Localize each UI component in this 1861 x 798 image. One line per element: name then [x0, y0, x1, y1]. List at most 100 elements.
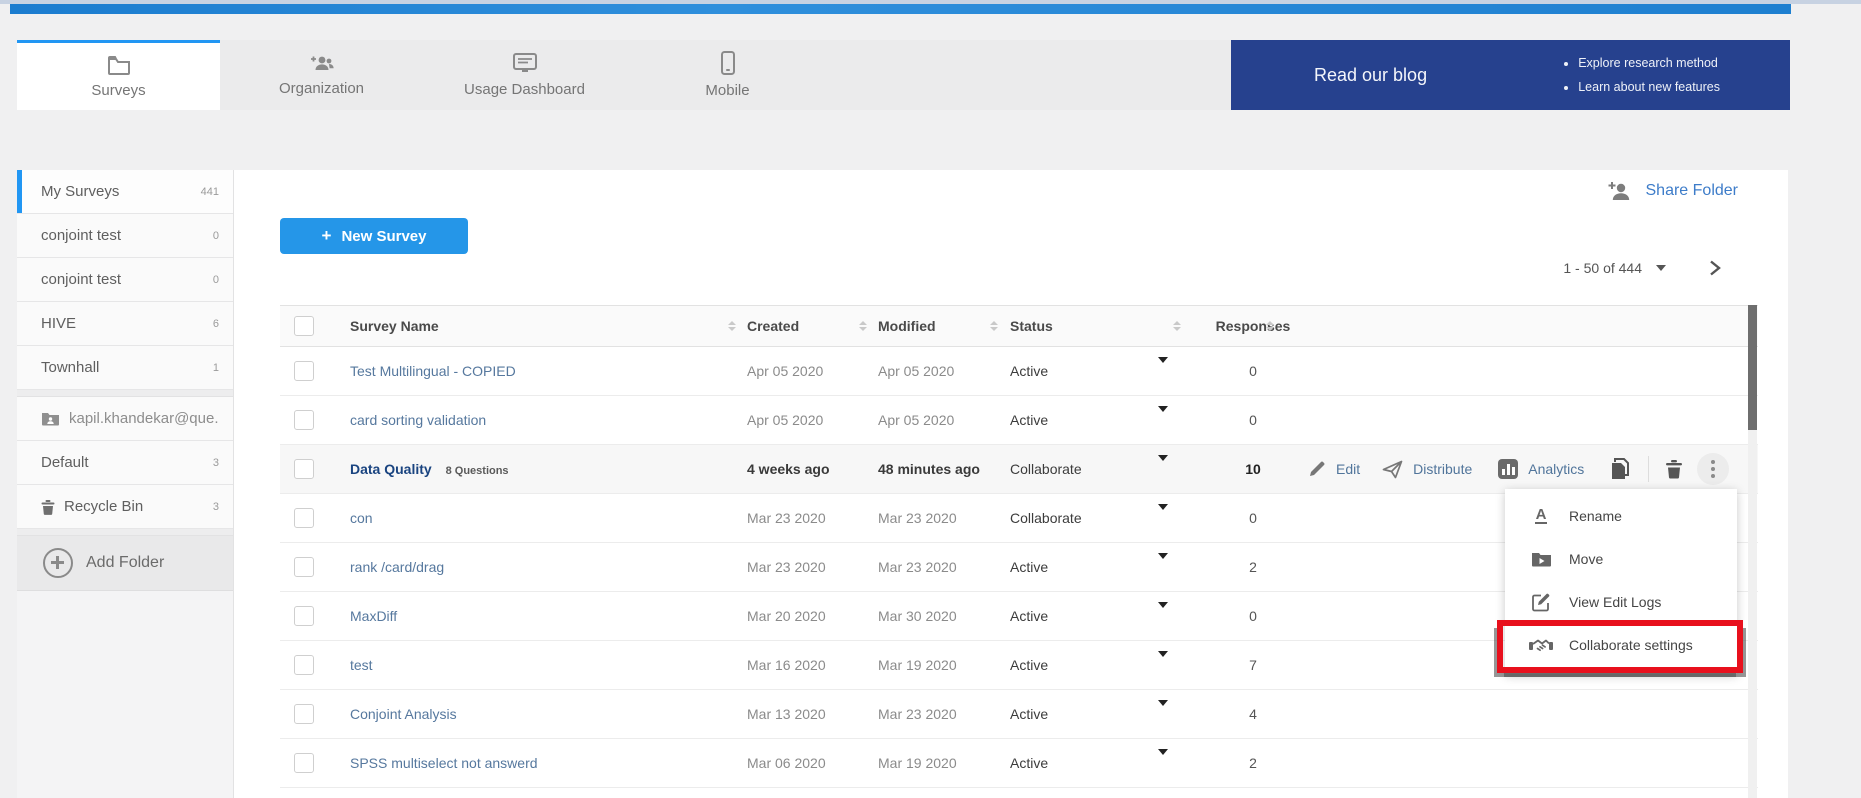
tab-surveys[interactable]: Surveys: [17, 40, 220, 110]
new-survey-button[interactable]: + New Survey: [280, 218, 468, 254]
add-folder-button[interactable]: Add Folder: [17, 536, 233, 591]
survey-name-link[interactable]: Test Multilingual - COPIED: [350, 363, 516, 379]
tab-mobile[interactable]: Mobile: [626, 40, 829, 110]
table-row: SPSS multiselect not answerd Mar 06 2020…: [280, 739, 1758, 788]
edit-action[interactable]: Edit: [1336, 461, 1360, 477]
tab-label: Mobile: [705, 82, 749, 99]
column-header-created[interactable]: Created: [747, 318, 799, 334]
delete-trash-icon[interactable]: [1665, 459, 1683, 479]
plus-icon: +: [322, 226, 332, 246]
handshake-icon: [1529, 637, 1553, 653]
row-checkbox[interactable]: [294, 410, 314, 430]
sidebar-divider: [17, 529, 233, 536]
survey-name-link[interactable]: Data Quality: [350, 461, 432, 477]
modified-date: 48 minutes ago: [878, 461, 980, 477]
folder-count: 1: [213, 362, 219, 374]
column-header-survey-name[interactable]: Survey Name: [350, 318, 439, 334]
created-date: Mar 23 2020: [747, 510, 826, 526]
survey-name-link[interactable]: Conjoint Analysis: [350, 706, 457, 722]
sidebar-item-recycle-bin[interactable]: Recycle Bin 3: [17, 485, 233, 529]
select-all-checkbox[interactable]: [294, 316, 314, 336]
row-checkbox[interactable]: [294, 606, 314, 626]
next-page-button[interactable]: [1708, 260, 1722, 276]
column-header-modified[interactable]: Modified: [878, 318, 936, 334]
tab-label: Usage Dashboard: [464, 81, 585, 98]
distribute-action[interactable]: Distribute: [1413, 461, 1472, 477]
survey-name-link[interactable]: card sorting validation: [350, 412, 486, 428]
analytics-bar-chart-icon[interactable]: [1498, 459, 1518, 479]
sidebar-item-default[interactable]: Default 3: [17, 441, 233, 485]
sort-icon[interactable]: [1266, 321, 1274, 331]
modified-date: Mar 23 2020: [878, 706, 957, 722]
menu-item-rename[interactable]: A Rename: [1505, 494, 1737, 537]
status-dropdown-caret[interactable]: [1158, 455, 1168, 477]
status-label: Collaborate: [1010, 461, 1082, 477]
survey-name-link[interactable]: rank /card/drag: [350, 559, 444, 575]
modified-date: Mar 23 2020: [878, 510, 957, 526]
row-checkbox[interactable]: [294, 655, 314, 675]
pagination: 1 - 50 of 444: [1563, 260, 1722, 276]
pagination-range: 1 - 50 of 444: [1563, 260, 1642, 276]
menu-item-move[interactable]: Move: [1505, 537, 1737, 580]
survey-name-link[interactable]: MaxDiff: [350, 608, 397, 624]
status-dropdown-caret[interactable]: [1158, 700, 1168, 722]
column-header-responses[interactable]: Responses: [1215, 318, 1291, 334]
survey-name-link[interactable]: SPSS multiselect not answerd: [350, 755, 538, 771]
people-add-icon: [309, 53, 335, 73]
status-label: Active: [1010, 559, 1048, 575]
survey-name-link[interactable]: con: [350, 510, 373, 526]
table-header-row: Survey Name Created Modified Status Resp…: [280, 305, 1758, 347]
folder-count: 0: [213, 230, 219, 242]
more-options-button[interactable]: [1697, 453, 1729, 485]
sidebar-item-conjoint-test-1[interactable]: conjoint test 0: [17, 214, 233, 258]
status-dropdown-caret[interactable]: [1158, 651, 1168, 673]
sidebar-item-shared-account[interactable]: kapil.khandekar@que...: [17, 397, 233, 441]
table-scrollbar-track[interactable]: [1748, 305, 1757, 798]
edit-pencil-icon[interactable]: [1308, 460, 1326, 478]
copy-icon[interactable]: [1610, 457, 1632, 481]
main-nav-tabbar: Surveys Organization Usage Dashboard Mob…: [17, 40, 1231, 110]
question-count-badge: 8 Questions: [446, 465, 509, 477]
sort-icon[interactable]: [990, 321, 998, 331]
top-accent-bar: [10, 4, 1791, 14]
survey-name-link[interactable]: test: [350, 657, 373, 673]
row-checkbox[interactable]: [294, 459, 314, 479]
table-scrollbar-thumb[interactable]: [1748, 305, 1757, 430]
row-checkbox[interactable]: [294, 361, 314, 381]
status-dropdown-caret[interactable]: [1158, 357, 1168, 379]
tab-organization[interactable]: Organization: [220, 40, 423, 110]
sidebar-item-conjoint-test-2[interactable]: conjoint test 0: [17, 258, 233, 302]
status-dropdown-caret[interactable]: [1158, 504, 1168, 526]
read-our-blog-link[interactable]: Read our blog: [1314, 65, 1427, 86]
sort-icon[interactable]: [728, 321, 736, 331]
sidebar-item-hive[interactable]: HIVE 6: [17, 302, 233, 346]
menu-item-view-edit-logs[interactable]: View Edit Logs: [1505, 580, 1737, 623]
sort-icon[interactable]: [859, 321, 867, 331]
created-date: Mar 06 2020: [747, 755, 826, 771]
menu-item-collaborate-settings[interactable]: Collaborate settings: [1505, 623, 1737, 666]
pagination-dropdown-caret[interactable]: [1656, 265, 1666, 271]
actions-divider: [1648, 456, 1649, 482]
sidebar-item-my-surveys[interactable]: My Surveys 441: [17, 170, 233, 214]
sort-icon[interactable]: [1173, 321, 1181, 331]
status-dropdown-caret[interactable]: [1158, 749, 1168, 771]
status-dropdown-caret[interactable]: [1158, 406, 1168, 428]
status-dropdown-caret[interactable]: [1158, 553, 1168, 575]
modified-date: Mar 30 2020: [878, 608, 957, 624]
plus-circle-icon: [43, 548, 73, 578]
responses-count: 0: [1215, 608, 1291, 624]
tab-usage-dashboard[interactable]: Usage Dashboard: [423, 40, 626, 110]
sidebar-item-townhall[interactable]: Townhall 1: [17, 346, 233, 390]
row-checkbox[interactable]: [294, 753, 314, 773]
status-dropdown-caret[interactable]: [1158, 602, 1168, 624]
trash-icon: [41, 499, 55, 515]
row-checkbox[interactable]: [294, 508, 314, 528]
column-header-status[interactable]: Status: [1010, 318, 1053, 334]
analytics-action[interactable]: Analytics: [1528, 461, 1584, 477]
distribute-plane-icon[interactable]: [1382, 460, 1403, 479]
folder-count: 3: [213, 457, 219, 469]
share-folder-button[interactable]: Share Folder: [1607, 180, 1739, 202]
row-checkbox[interactable]: [294, 557, 314, 577]
banner-bullet-list: Explore research method Learn about new …: [1562, 51, 1720, 99]
row-checkbox[interactable]: [294, 704, 314, 724]
